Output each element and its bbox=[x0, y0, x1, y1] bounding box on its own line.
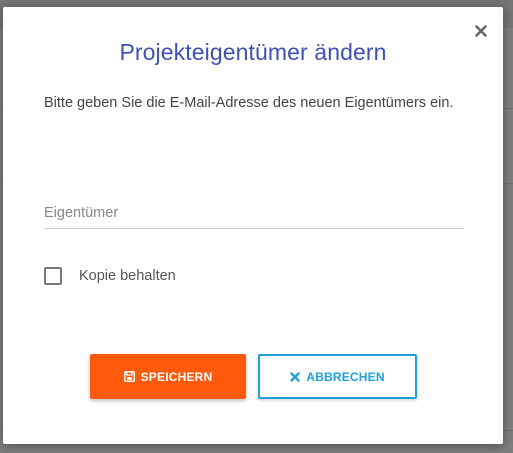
keep-copy-label: Kopie behalten bbox=[79, 268, 176, 284]
keep-copy-checkbox[interactable] bbox=[44, 267, 62, 285]
owner-email-input[interactable] bbox=[44, 201, 464, 225]
cancel-button-label: ABBRECHEN bbox=[306, 369, 385, 384]
close-button[interactable] bbox=[474, 24, 488, 38]
change-owner-dialog: Projekteigentümer ändern Bitte geben Sie… bbox=[3, 7, 503, 444]
owner-field[interactable] bbox=[44, 201, 464, 229]
dialog-title: Projekteigentümer ändern bbox=[119, 39, 387, 65]
save-button[interactable]: SPEICHERN bbox=[90, 354, 246, 399]
close-icon bbox=[475, 25, 487, 37]
cancel-button[interactable]: ABBRECHEN bbox=[258, 354, 417, 399]
dialog-description: Bitte geben Sie die E-Mail-Adresse des n… bbox=[44, 95, 454, 111]
save-button-label: SPEICHERN bbox=[140, 369, 213, 384]
keep-copy-option[interactable]: Kopie behalten bbox=[44, 266, 176, 286]
x-icon bbox=[290, 371, 300, 382]
save-icon bbox=[123, 371, 135, 382]
